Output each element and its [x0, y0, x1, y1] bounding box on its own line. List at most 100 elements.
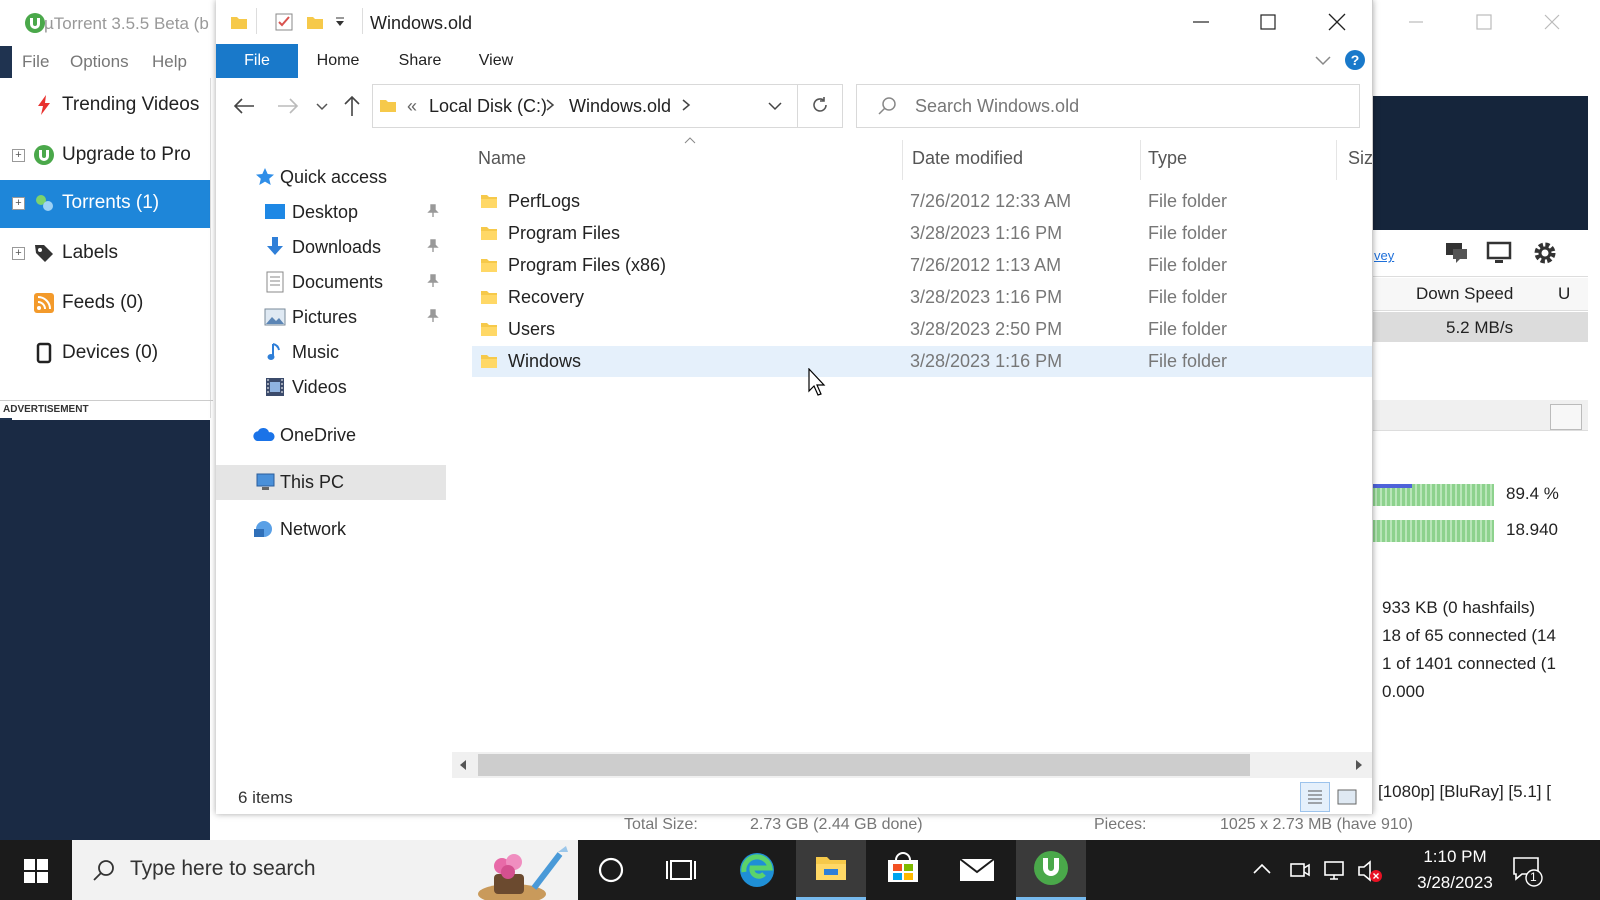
column-separator[interactable]: [1140, 140, 1141, 180]
help-icon[interactable]: ?: [1344, 49, 1366, 71]
utorrent-sidebar-item-feeds[interactable]: Feeds (0): [0, 280, 210, 328]
column-date-modified[interactable]: Date modified: [912, 148, 1023, 169]
utorrent-sidebar-item-labels[interactable]: + Labels: [0, 230, 210, 278]
details-view-icon[interactable]: [1300, 782, 1330, 812]
maximize-button[interactable]: [1234, 0, 1302, 44]
column-separator[interactable]: [1336, 140, 1337, 180]
tree-item-videos[interactable]: Videos: [216, 370, 446, 405]
advertisement-area[interactable]: [0, 420, 210, 840]
search-input[interactable]: Search Windows.old: [915, 96, 1079, 117]
tree-item-music[interactable]: Music: [216, 335, 446, 370]
column-down-speed[interactable]: Down Speed: [1416, 284, 1513, 304]
chevron-up-icon[interactable]: [1252, 862, 1272, 876]
maximize-icon[interactable]: [1476, 14, 1492, 30]
expand-icon[interactable]: +: [12, 149, 25, 162]
file-row-program-files-x86[interactable]: Program Files (x86) 7/26/2012 1:13 AM Fi…: [472, 250, 1372, 281]
column-name[interactable]: Name: [478, 148, 526, 169]
tab-home[interactable]: Home: [312, 44, 364, 78]
breadcrumb-windows-old[interactable]: Windows.old: [569, 96, 671, 117]
file-row-windows[interactable]: Windows 3/28/2023 1:16 PM File folder: [472, 346, 1372, 377]
close-icon[interactable]: [1544, 14, 1560, 30]
tree-item-network[interactable]: Network: [216, 512, 446, 547]
file-explorer-taskbar-icon[interactable]: [796, 840, 866, 900]
breadcrumb-local-disk[interactable]: Local Disk (C:): [429, 96, 547, 117]
expand-icon[interactable]: +: [12, 247, 25, 260]
expand-icon[interactable]: +: [12, 197, 25, 210]
gear-icon[interactable]: [1532, 240, 1558, 266]
utorrent-sidebar-item-torrents[interactable]: + Torrents (1): [0, 180, 210, 228]
taskbar-search[interactable]: Type here to search: [72, 840, 578, 900]
tab-share[interactable]: Share: [392, 44, 448, 78]
start-button[interactable]: [0, 840, 72, 900]
chevron-right-icon[interactable]: [681, 98, 691, 112]
taskbar-search-input[interactable]: Type here to search: [130, 857, 316, 881]
file-row-users[interactable]: Users 3/28/2023 2:50 PM File folder: [472, 314, 1372, 345]
store-icon[interactable]: [868, 840, 938, 900]
tree-item-pictures[interactable]: Pictures: [216, 300, 446, 335]
file-row-recovery[interactable]: Recovery 3/28/2023 1:16 PM File folder: [472, 282, 1372, 313]
properties-icon[interactable]: [274, 12, 294, 32]
file-row-perflogs[interactable]: PerfLogs 7/26/2012 12:33 AM File folder: [472, 186, 1372, 217]
tree-item-quick-access[interactable]: Quick access: [216, 160, 446, 195]
pin-icon[interactable]: [426, 204, 440, 218]
pin-icon[interactable]: [426, 309, 440, 323]
pin-icon[interactable]: [426, 274, 440, 288]
tree-item-downloads[interactable]: Downloads: [216, 230, 446, 265]
column-type[interactable]: Type: [1148, 148, 1187, 169]
back-arrow-icon[interactable]: [232, 96, 256, 116]
utorrent-menu-file[interactable]: File: [22, 52, 49, 72]
column-separator[interactable]: [902, 140, 903, 180]
utorrent-menu-help[interactable]: Help: [152, 52, 187, 72]
refresh-button[interactable]: [798, 84, 843, 128]
remote-icon[interactable]: [1486, 240, 1512, 266]
survey-link[interactable]: vey: [1374, 248, 1394, 263]
action-center-button[interactable]: 1: [1508, 852, 1548, 888]
edge-icon[interactable]: [722, 840, 792, 900]
column-size[interactable]: Size: [1348, 148, 1372, 169]
utorrent-menu-options[interactable]: Options: [70, 52, 129, 72]
scrollbar-thumb[interactable]: [478, 754, 1250, 776]
volume-muted-icon[interactable]: [1356, 858, 1384, 884]
tree-item-desktop[interactable]: Desktop: [216, 195, 446, 230]
scroll-left-icon[interactable]: [458, 759, 468, 771]
chat-icon[interactable]: [1444, 240, 1470, 266]
tab-file[interactable]: File: [216, 44, 298, 78]
tree-item-this-pc[interactable]: This PC: [216, 465, 446, 500]
task-view-button[interactable]: [646, 840, 716, 900]
cortana-button[interactable]: [576, 840, 646, 900]
mail-icon[interactable]: [942, 840, 1012, 900]
utorrent-sidebar-item-devices[interactable]: Devices (0): [0, 330, 210, 378]
ribbon-expand-icon[interactable]: [1314, 54, 1332, 68]
tree-item-documents[interactable]: Documents: [216, 265, 446, 300]
utorrent-sidebar-item-upgrade[interactable]: + Upgrade to Pro: [0, 132, 210, 180]
meet-now-icon[interactable]: [1288, 858, 1312, 882]
minimize-icon[interactable]: [1408, 14, 1424, 30]
pin-icon[interactable]: [426, 239, 440, 253]
recent-locations-icon[interactable]: [316, 102, 328, 112]
tab-view[interactable]: View: [472, 44, 520, 78]
column-next[interactable]: U: [1558, 284, 1570, 304]
search-box[interactable]: Search Windows.old: [856, 84, 1360, 128]
utorrent-taskbar-icon[interactable]: [1016, 840, 1086, 900]
file-row-program-files[interactable]: Program Files 3/28/2023 1:16 PM File fol…: [472, 218, 1372, 249]
chevron-right-icon[interactable]: [545, 98, 555, 112]
address-bar[interactable]: « Local Disk (C:) Windows.old: [372, 84, 798, 128]
utorrent-sidebar-item-trending[interactable]: Trending Videos: [0, 82, 210, 130]
quick-access-dropdown-icon[interactable]: [334, 16, 346, 28]
forward-arrow-icon[interactable]: [276, 96, 300, 116]
up-arrow-icon[interactable]: [342, 94, 362, 118]
system-clock[interactable]: 1:10 PM 3/28/2023: [1400, 844, 1510, 896]
horizontal-scrollbar[interactable]: [452, 752, 1372, 778]
utorrent-progress-area: 89.4 % 18.940: [1372, 476, 1588, 556]
network-status-icon[interactable]: [1322, 858, 1348, 882]
tree-item-onedrive[interactable]: OneDrive: [216, 418, 446, 453]
scroll-right-icon[interactable]: [1354, 759, 1364, 771]
torrent-row[interactable]: 5.2 MB/s: [1372, 312, 1588, 342]
new-folder-icon[interactable]: [306, 13, 324, 31]
chevron-down-icon[interactable]: [1550, 404, 1582, 430]
large-icons-view-icon[interactable]: [1334, 784, 1360, 810]
minimize-button[interactable]: [1166, 0, 1234, 44]
address-dropdown-icon[interactable]: [767, 101, 783, 111]
address-overflow[interactable]: «: [407, 96, 417, 117]
close-button[interactable]: [1302, 0, 1370, 44]
